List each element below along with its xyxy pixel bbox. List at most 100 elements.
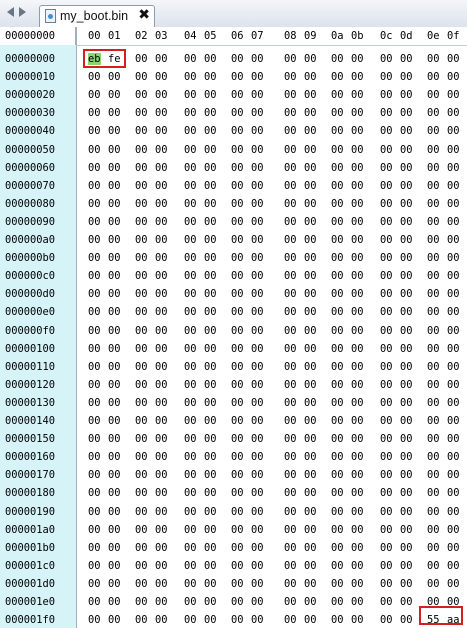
hex-byte[interactable]: 00 — [400, 343, 413, 355]
hex-byte[interactable]: 00 — [108, 524, 121, 536]
hex-byte[interactable]: 00 — [251, 415, 264, 427]
hex-byte[interactable]: 00 — [135, 216, 148, 228]
hex-byte[interactable]: 00 — [400, 125, 413, 137]
hex-byte[interactable]: 00 — [184, 614, 197, 626]
hex-byte[interactable]: 00 — [380, 325, 393, 337]
hex-byte[interactable]: 00 — [380, 89, 393, 101]
hex-byte[interactable]: 00 — [155, 144, 168, 156]
hex-byte[interactable]: 00 — [351, 524, 364, 536]
hex-byte[interactable]: 00 — [184, 361, 197, 373]
hex-byte[interactable]: 00 — [88, 415, 101, 427]
hex-byte[interactable]: 00 — [351, 216, 364, 228]
hex-byte[interactable]: 00 — [108, 198, 121, 210]
hex-byte[interactable]: 00 — [331, 270, 344, 282]
hex-byte[interactable]: 00 — [447, 451, 460, 463]
hex-byte[interactable]: 00 — [427, 506, 440, 518]
hex-byte[interactable]: 00 — [108, 506, 121, 518]
hex-byte[interactable]: 00 — [204, 506, 217, 518]
hex-byte[interactable]: 00 — [351, 542, 364, 554]
hex-byte[interactable]: 00 — [331, 306, 344, 318]
hex-byte[interactable]: 00 — [400, 234, 413, 246]
hex-byte[interactable]: 00 — [184, 107, 197, 119]
hex-byte[interactable]: 00 — [135, 252, 148, 264]
hex-byte[interactable]: 00 — [380, 234, 393, 246]
hex-byte[interactable]: 00 — [427, 270, 440, 282]
hex-byte[interactable]: 00 — [447, 89, 460, 101]
hex-byte[interactable]: 00 — [447, 234, 460, 246]
hex-byte[interactable]: 00 — [400, 198, 413, 210]
hex-byte[interactable]: 00 — [351, 53, 364, 65]
hex-byte[interactable]: 00 — [155, 325, 168, 337]
hex-byte[interactable]: 00 — [447, 216, 460, 228]
hex-byte[interactable]: 00 — [135, 487, 148, 499]
hex-byte[interactable]: 00 — [204, 397, 217, 409]
hex-byte[interactable]: 00 — [447, 560, 460, 572]
hex-byte[interactable]: 00 — [108, 415, 121, 427]
hex-byte[interactable]: 00 — [304, 578, 317, 590]
hex-byte[interactable]: 00 — [231, 306, 244, 318]
hex-byte[interactable]: 00 — [231, 71, 244, 83]
hex-byte[interactable]: 00 — [304, 415, 317, 427]
hex-byte[interactable]: 00 — [251, 180, 264, 192]
hex-byte[interactable]: 00 — [155, 379, 168, 391]
hex-byte[interactable]: 00 — [447, 162, 460, 174]
hex-byte[interactable]: 00 — [351, 415, 364, 427]
triangle-right-icon[interactable] — [19, 7, 26, 17]
hex-byte[interactable]: 00 — [88, 487, 101, 499]
hex-byte[interactable]: 00 — [284, 578, 297, 590]
hex-byte[interactable]: 00 — [447, 71, 460, 83]
hex-byte[interactable]: fe — [108, 53, 121, 65]
hex-byte[interactable]: 00 — [135, 125, 148, 137]
hex-byte[interactable]: 00 — [400, 487, 413, 499]
hex-byte[interactable]: 00 — [427, 162, 440, 174]
hex-byte[interactable]: 00 — [88, 397, 101, 409]
hex-byte[interactable]: 00 — [351, 361, 364, 373]
hex-byte[interactable]: 00 — [380, 451, 393, 463]
hex-byte[interactable]: 00 — [88, 469, 101, 481]
hex-byte[interactable]: 00 — [155, 578, 168, 590]
hex-byte[interactable]: 00 — [251, 469, 264, 481]
hex-byte[interactable]: 00 — [251, 542, 264, 554]
hex-byte[interactable]: 00 — [155, 71, 168, 83]
hex-byte[interactable]: 00 — [447, 542, 460, 554]
hex-byte[interactable]: 00 — [251, 397, 264, 409]
hex-byte[interactable]: eb — [88, 53, 101, 65]
hex-byte[interactable]: 00 — [331, 415, 344, 427]
hex-byte[interactable]: 00 — [331, 542, 344, 554]
hex-byte[interactable]: 00 — [331, 162, 344, 174]
hex-byte[interactable]: 00 — [88, 542, 101, 554]
hex-byte[interactable]: 00 — [204, 144, 217, 156]
hex-byte[interactable]: 00 — [427, 379, 440, 391]
hex-byte[interactable]: 00 — [155, 542, 168, 554]
hex-byte[interactable]: 00 — [184, 89, 197, 101]
hex-byte[interactable]: 00 — [400, 542, 413, 554]
hex-byte[interactable]: 00 — [400, 252, 413, 264]
hex-byte[interactable]: 00 — [251, 53, 264, 65]
hex-byte[interactable]: 00 — [231, 397, 244, 409]
hex-byte[interactable]: 00 — [427, 325, 440, 337]
hex-byte[interactable]: 00 — [351, 596, 364, 608]
hex-byte[interactable]: 00 — [427, 234, 440, 246]
hex-byte[interactable]: 00 — [380, 53, 393, 65]
hex-byte[interactable]: 00 — [380, 560, 393, 572]
hex-byte[interactable]: 00 — [331, 53, 344, 65]
hex-byte[interactable]: aa — [447, 614, 460, 626]
hex-byte[interactable]: 00 — [304, 234, 317, 246]
hex-byte[interactable]: 00 — [184, 144, 197, 156]
hex-byte[interactable]: 00 — [447, 53, 460, 65]
hex-byte[interactable]: 00 — [380, 71, 393, 83]
hex-byte[interactable]: 00 — [155, 506, 168, 518]
hex-byte[interactable]: 00 — [155, 343, 168, 355]
hex-byte[interactable]: 00 — [400, 451, 413, 463]
hex-byte[interactable]: 00 — [88, 288, 101, 300]
hex-byte[interactable]: 00 — [135, 53, 148, 65]
hex-byte[interactable]: 00 — [184, 53, 197, 65]
hex-byte[interactable]: 00 — [351, 506, 364, 518]
hex-byte[interactable]: 00 — [427, 180, 440, 192]
hex-byte[interactable]: 00 — [400, 578, 413, 590]
hex-byte[interactable]: 00 — [447, 469, 460, 481]
hex-byte[interactable]: 00 — [231, 216, 244, 228]
hex-byte[interactable]: 00 — [204, 288, 217, 300]
hex-byte[interactable]: 00 — [351, 270, 364, 282]
hex-byte[interactable]: 00 — [108, 180, 121, 192]
